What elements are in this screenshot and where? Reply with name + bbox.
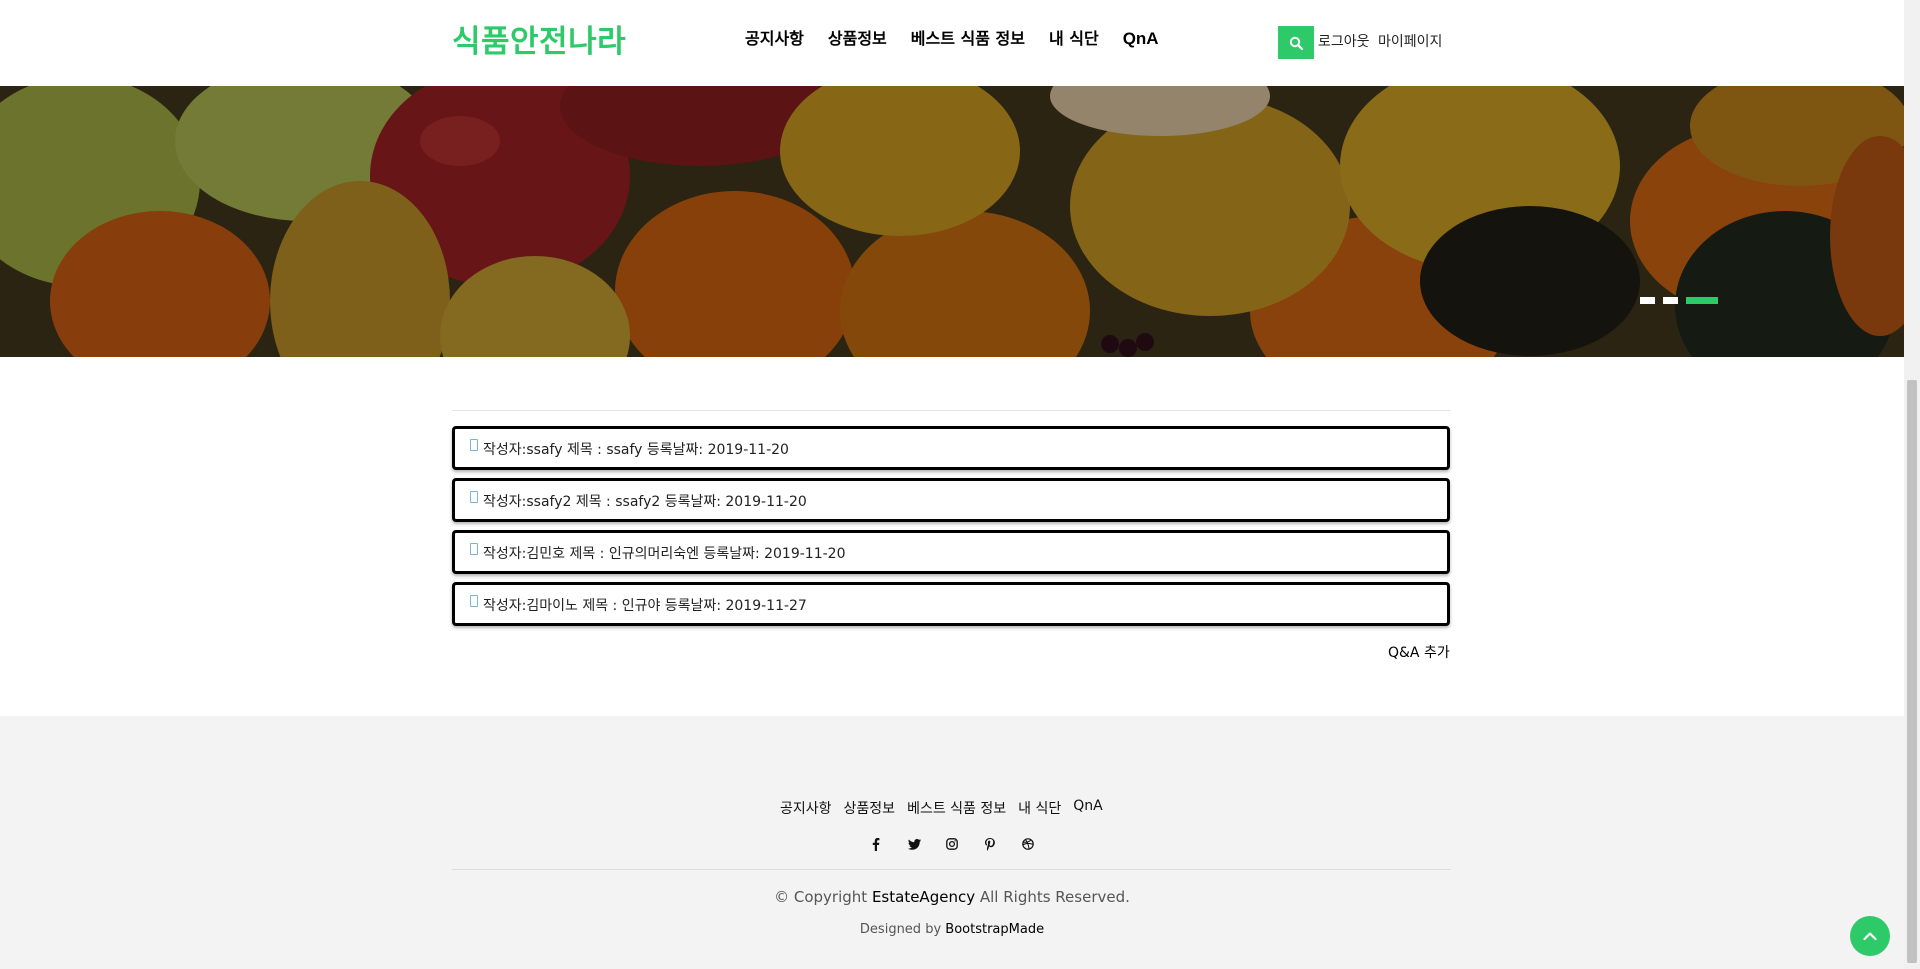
hero-carousel	[0, 86, 1904, 357]
carousel-indicator-2[interactable]	[1663, 297, 1678, 304]
footer-nav-qna[interactable]: QnA	[1073, 798, 1102, 818]
qna-item-text: 작성자:김마이노 제목 : 인규야 등록날짜: 2019-11-27	[483, 598, 807, 614]
copyright-text: © Copyright EstateAgency All Rights Rese…	[0, 888, 1904, 906]
auth-links: 로그아웃 마이페이지	[1318, 31, 1446, 51]
bullet-icon	[470, 491, 478, 503]
qna-list-item[interactable]: 작성자:김민호 제목 : 인규의머리숙엔 등록날짜: 2019-11-20	[452, 530, 1450, 574]
page-scrollbar[interactable]	[1904, 0, 1920, 969]
qna-list-item[interactable]: 작성자:ssafy 제목 : ssafy 등록날짜: 2019-11-20	[452, 426, 1450, 470]
nav-best-food[interactable]: 베스트 식품 정보	[911, 26, 1025, 52]
copyright-brand: EstateAgency	[871, 888, 976, 906]
qna-item-text: 작성자:ssafy 제목 : ssafy 등록날짜: 2019-11-20	[483, 442, 789, 458]
footer-nav-product-info[interactable]: 상품정보	[844, 798, 896, 818]
main-nav: 공지사항 상품정보 베스트 식품 정보 내 식단 QnA	[745, 26, 1183, 52]
qna-list-item[interactable]: 작성자:ssafy2 제목 : ssafy2 등록날짜: 2019-11-20	[452, 478, 1450, 522]
designed-by-link[interactable]: BootstrapMade	[945, 922, 1044, 937]
footer-nav: 공지사항 상품정보 베스트 식품 정보 내 식단 QnA	[780, 798, 1115, 818]
copyright-suffix: All Rights Reserved.	[979, 888, 1130, 906]
carousel-indicators	[1640, 297, 1718, 304]
site-header: 식품안전나라 공지사항 상품정보 베스트 식품 정보 내 식단 QnA 로그아웃…	[0, 0, 1904, 86]
copyright-prefix: © Copyright	[774, 888, 868, 906]
site-footer: 공지사항 상품정보 베스트 식품 정보 내 식단 QnA © Copyright…	[0, 716, 1904, 969]
mypage-link[interactable]: 마이페이지	[1378, 34, 1442, 50]
nav-my-diet[interactable]: 내 식단	[1049, 26, 1099, 52]
footer-nav-my-diet[interactable]: 내 식단	[1018, 798, 1061, 818]
logout-link[interactable]: 로그아웃	[1318, 34, 1370, 50]
nav-qna[interactable]: QnA	[1123, 26, 1159, 52]
qna-item-text: 작성자:ssafy2 제목 : ssafy2 등록날짜: 2019-11-20	[483, 494, 807, 510]
designed-by-prefix: Designed by	[859, 922, 942, 937]
carousel-indicator-1[interactable]	[1640, 297, 1655, 304]
footer-nav-notice[interactable]: 공지사항	[780, 798, 832, 818]
facebook-icon[interactable]	[867, 836, 885, 852]
search-button[interactable]	[1278, 26, 1314, 59]
hero-overlay	[0, 86, 1904, 357]
chevron-up-icon	[1863, 932, 1877, 941]
qna-divider	[452, 410, 1451, 411]
pinterest-icon[interactable]	[981, 836, 999, 852]
bullet-icon	[470, 595, 478, 607]
bullet-icon	[470, 543, 478, 555]
qna-section	[452, 410, 1451, 411]
back-to-top-button[interactable]	[1850, 916, 1890, 956]
twitter-icon[interactable]	[905, 836, 923, 852]
brand-logo[interactable]: 식품안전나라	[452, 20, 626, 64]
qna-item-text: 작성자:김민호 제목 : 인규의머리숙엔 등록날짜: 2019-11-20	[483, 546, 846, 562]
footer-divider	[452, 869, 1451, 870]
scrollbar-thumb[interactable]	[1907, 380, 1917, 963]
search-icon	[1289, 36, 1303, 50]
add-qna-link[interactable]: Q&A 추가	[1388, 642, 1450, 662]
carousel-indicator-3[interactable]	[1686, 297, 1718, 304]
dribbble-icon[interactable]	[1019, 836, 1037, 852]
qna-list-item[interactable]: 작성자:김마이노 제목 : 인규야 등록날짜: 2019-11-27	[452, 582, 1450, 626]
nav-product-info[interactable]: 상품정보	[828, 26, 887, 52]
designed-by-text: Designed by BootstrapMade	[0, 922, 1904, 937]
social-links	[867, 836, 1037, 852]
footer-nav-best-food[interactable]: 베스트 식품 정보	[907, 798, 1006, 818]
nav-notice[interactable]: 공지사항	[745, 26, 804, 52]
bullet-icon	[470, 439, 478, 451]
instagram-icon[interactable]	[943, 836, 961, 852]
